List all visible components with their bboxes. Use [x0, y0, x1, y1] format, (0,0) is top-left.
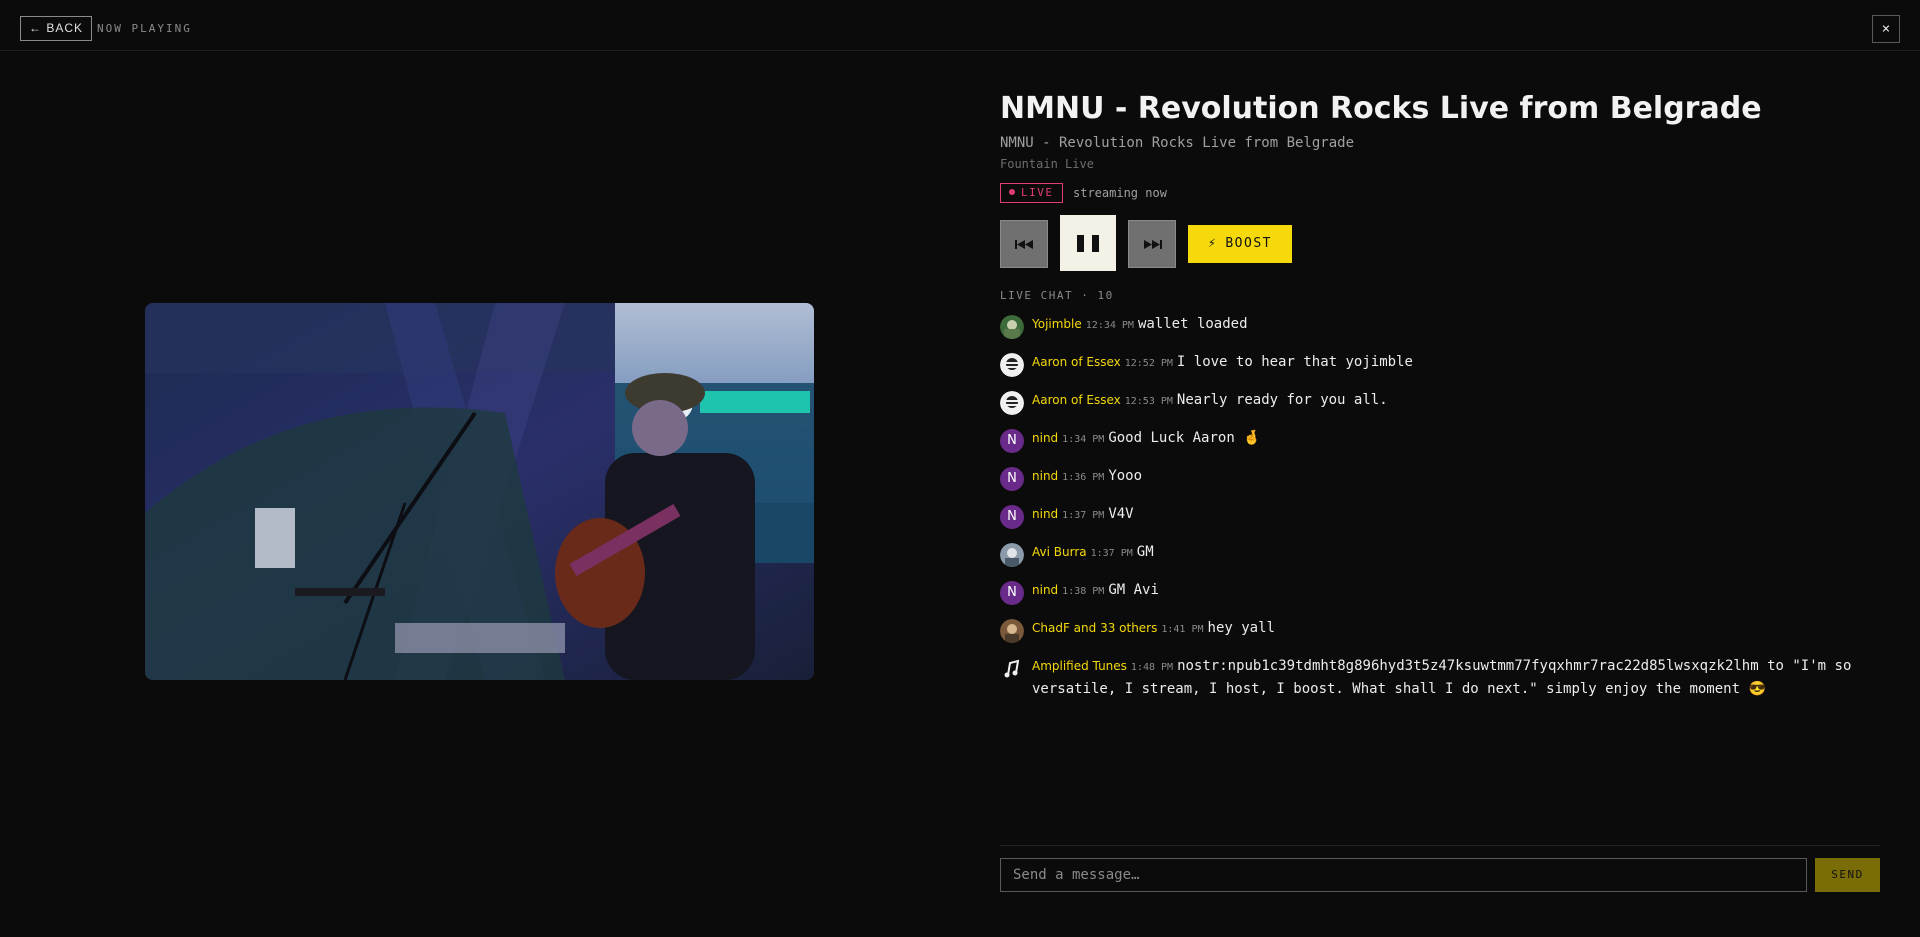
live-chat-header: LIVE CHAT · 10 [1000, 289, 1114, 302]
close-button[interactable]: × [1872, 15, 1900, 43]
chat-message: ChadF and 33 others 1:41 PM hey yall [1000, 617, 1880, 655]
previous-button[interactable] [1000, 220, 1048, 268]
chat-text: GM [1136, 544, 1154, 560]
chat-text: GM Avi [1108, 582, 1159, 598]
chat-timestamp: 12:53 PM [1124, 396, 1173, 407]
chat-message: N nind 1:38 PM GM Avi [1000, 579, 1880, 617]
chat-message: Yojimble 12:34 PM wallet loaded [1000, 313, 1880, 351]
top-bar: ← BACK NOW PLAYING × [0, 0, 1920, 51]
composer-divider [1000, 845, 1880, 846]
chat-username[interactable]: nind [1032, 583, 1058, 597]
chat-timestamp: 1:38 PM [1062, 586, 1105, 597]
user-avatar[interactable]: N [1000, 505, 1024, 529]
chat-message: Amplified Tunes 1:48 PM nostr:npub1c39tdmh… [1000, 655, 1880, 713]
chat-list: Yojimble 12:34 PM wallet loaded Aaron of E… [1000, 313, 1880, 713]
user-avatar[interactable]: N [1000, 581, 1024, 605]
chat-message: Aaron of Essex 12:52 PM I love to hear tha… [1000, 351, 1880, 389]
user-avatar[interactable] [1000, 657, 1024, 681]
chat-message: Aaron of Essex 12:53 PM Nearly ready for y… [1000, 389, 1880, 427]
lightning-icon: ⚡ [1208, 236, 1218, 251]
chat-text: Good Luck Aaron 🤞 [1108, 430, 1261, 446]
chat-text: V4V [1108, 506, 1134, 522]
chat-timestamp: 1:37 PM [1062, 510, 1105, 521]
chat-text: Yooo [1108, 468, 1143, 484]
chat-text: hey yall [1207, 620, 1275, 636]
boost-button[interactable]: ⚡ BOOST [1188, 225, 1292, 263]
chat-text: I love to hear that yojimble [1176, 354, 1413, 370]
user-avatar[interactable] [1000, 619, 1024, 643]
chat-message: N nind 1:36 PM Yooo [1000, 465, 1880, 503]
chat-username[interactable]: Aaron of Essex [1032, 393, 1121, 407]
video-player[interactable] [145, 303, 814, 680]
chat-text: Nearly ready for you all. [1176, 392, 1388, 408]
chat-username[interactable]: nind [1032, 431, 1058, 445]
user-avatar[interactable] [1000, 353, 1024, 377]
video-frame [145, 303, 814, 680]
now-playing-label: NOW PLAYING [97, 22, 192, 35]
chat-timestamp: 1:34 PM [1062, 434, 1105, 445]
chat-username[interactable]: Amplified Tunes [1032, 659, 1127, 673]
chat-text: wallet loaded [1137, 316, 1248, 332]
chat-timestamp: 1:36 PM [1062, 472, 1105, 483]
user-avatar[interactable]: N [1000, 429, 1024, 453]
chat-message: Avi Burra 1:37 PM GM [1000, 541, 1880, 579]
back-button[interactable]: ← BACK [20, 16, 93, 41]
send-button[interactable]: SEND [1815, 858, 1880, 892]
track-source: Fountain Live [1000, 157, 1094, 171]
live-badge: LIVE [1000, 183, 1063, 203]
live-dot-icon [1009, 189, 1015, 195]
chat-username[interactable]: nind [1032, 507, 1058, 521]
pause-button[interactable] [1060, 215, 1116, 271]
chat-username[interactable]: ChadF and 33 others [1032, 621, 1157, 635]
track-subtitle: NMNU - Revolution Rocks Live from Belgra… [1000, 135, 1355, 151]
chat-timestamp: 1:48 PM [1130, 662, 1174, 673]
chat-timestamp: 1:41 PM [1161, 624, 1204, 635]
chat-username[interactable]: nind [1032, 469, 1058, 483]
message-input[interactable] [1000, 858, 1807, 892]
skip-previous-icon [1015, 240, 1033, 249]
skip-next-icon [1144, 240, 1162, 249]
chat-message: N nind 1:34 PM Good Luck Aaron 🤞 [1000, 427, 1880, 465]
next-button[interactable] [1128, 220, 1176, 268]
chat-username[interactable]: Avi Burra [1032, 545, 1087, 559]
music-note-icon [1000, 657, 1024, 681]
chat-timestamp: 12:52 PM [1124, 358, 1173, 369]
user-avatar[interactable] [1000, 391, 1024, 415]
user-avatar[interactable] [1000, 543, 1024, 567]
chat-timestamp: 12:34 PM [1085, 320, 1134, 331]
chat-username[interactable]: Yojimble [1032, 317, 1082, 331]
user-avatar[interactable]: N [1000, 467, 1024, 491]
chat-timestamp: 1:37 PM [1090, 548, 1133, 559]
chat-message: N nind 1:37 PM V4V [1000, 503, 1880, 541]
chat-username[interactable]: Aaron of Essex [1032, 355, 1121, 369]
user-avatar[interactable] [1000, 315, 1024, 339]
stream-status: streaming now [1073, 186, 1167, 200]
track-title: NMNU - Revolution Rocks Live from Belgra… [1000, 91, 1762, 126]
